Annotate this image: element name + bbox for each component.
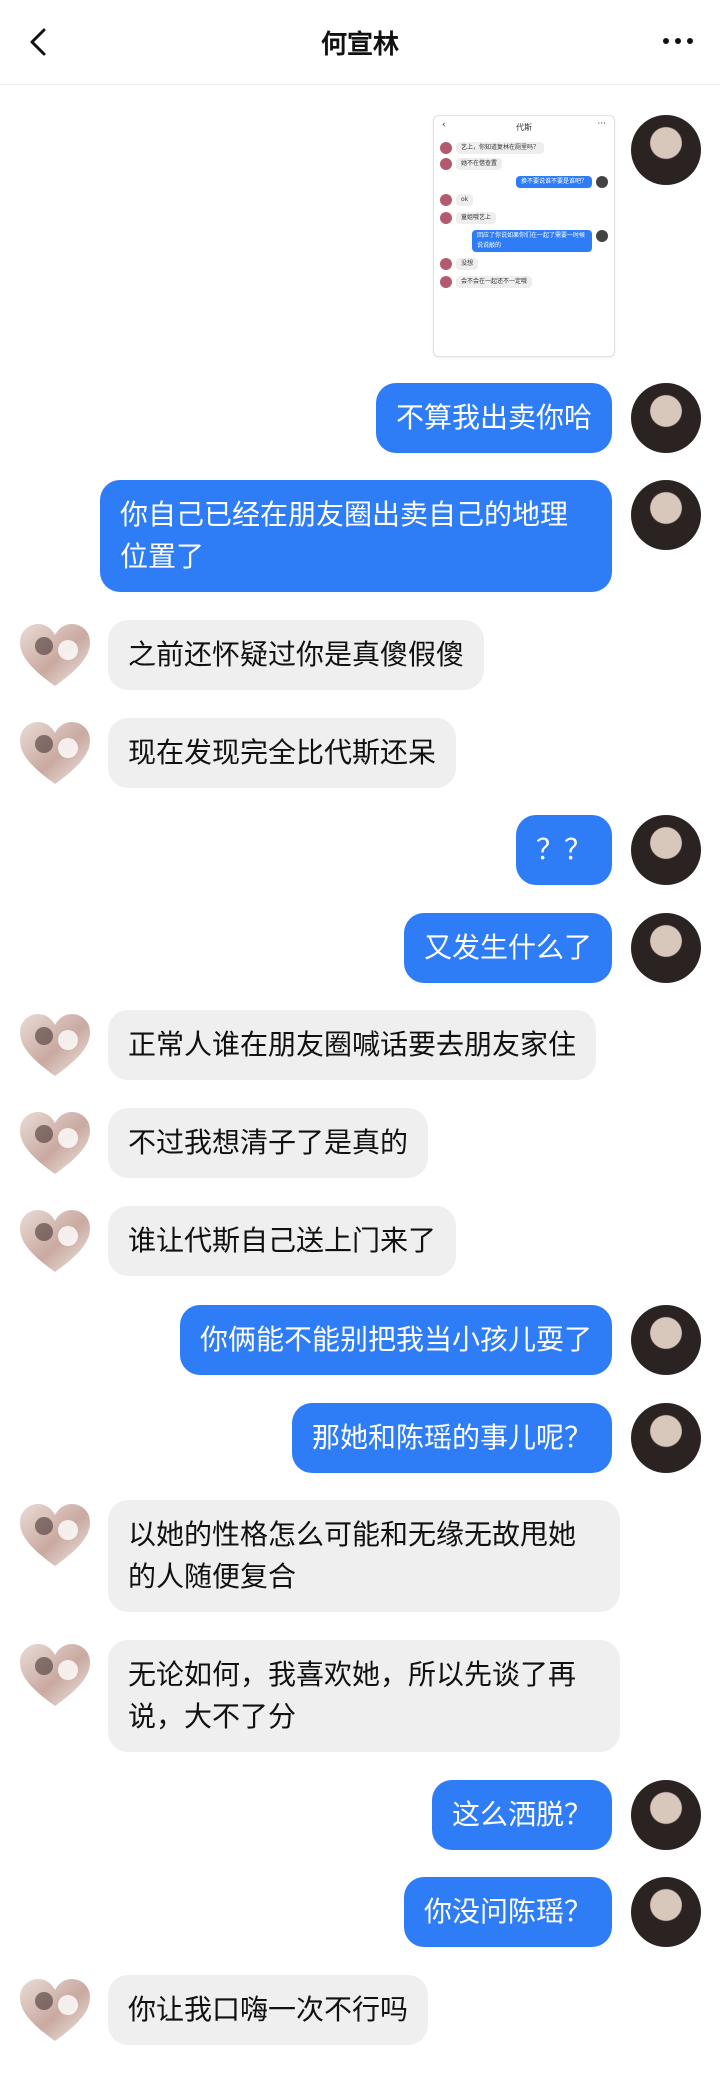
contact-avatar[interactable] [20, 722, 90, 786]
contact-avatar[interactable] [20, 1504, 90, 1568]
outgoing-message[interactable]: 不算我出卖你哈 [376, 383, 612, 453]
attachment-title: 代斯 [516, 123, 532, 132]
attachment-avatar [440, 194, 452, 206]
outgoing-message[interactable]: 这么洒脱？ [432, 1780, 612, 1850]
attachment-message-row: 她不在借查置 [434, 158, 614, 170]
image-attachment[interactable]: ‹ 代斯 ··· 艺上，你知道复林在厕里吗？ 她不在借查置 换不要说谁不要是谁吧？ o… [433, 115, 615, 357]
my-avatar[interactable] [631, 1780, 701, 1850]
attachment-avatar [440, 212, 452, 224]
attachment-avatar [440, 276, 452, 288]
attachment-avatar [596, 230, 608, 242]
my-avatar[interactable] [631, 383, 701, 453]
attachment-message: 会不会在一起还不一定哦 [456, 276, 533, 288]
my-avatar[interactable] [631, 815, 701, 885]
attachment-message-row: 回应了你说如果你们在一起了需要一时候说说敲的 [434, 230, 614, 252]
attachment-message-row: 没想 [434, 258, 614, 270]
my-avatar[interactable] [631, 1305, 701, 1375]
attachment-message: 她不在借查置 [456, 158, 503, 170]
attachment-message-row: 会不会在一起还不一定哦 [434, 276, 614, 288]
attachment-message-row: ok [434, 194, 614, 206]
more-icon[interactable] [658, 26, 698, 56]
incoming-message[interactable]: 之前还怀疑过你是真傻假傻 [108, 620, 484, 690]
incoming-message[interactable]: 不过我想清子了是真的 [108, 1108, 428, 1178]
contact-avatar[interactable] [20, 1644, 90, 1708]
my-avatar[interactable] [631, 1877, 701, 1947]
outgoing-message[interactable]: 你俩能不能别把我当小孩儿耍了 [180, 1305, 612, 1375]
contact-avatar[interactable] [20, 1210, 90, 1274]
attachment-message: 回应了你说如果你们在一起了需要一时候说说敲的 [472, 230, 592, 252]
attachment-message: 没想 [456, 258, 479, 270]
chat-title: 何宣林 [320, 30, 399, 60]
incoming-message[interactable]: 以她的性格怎么可能和无缘无故甩她的人随便复合 [108, 1500, 620, 1612]
outgoing-message[interactable]: 又发生什么了 [404, 913, 612, 983]
attachment-message: ok [456, 194, 474, 206]
contact-avatar[interactable] [20, 1112, 90, 1176]
attachment-message-row: 艺上，你知道复林在厕里吗？ [434, 142, 614, 154]
outgoing-message[interactable]: 你没问陈瑶？ [404, 1877, 612, 1947]
outgoing-message[interactable]: 你自己已经在朋友圈出卖自己的地理位置了 [100, 480, 612, 592]
incoming-message[interactable]: 谁让代斯自己送上门来了 [108, 1206, 456, 1276]
incoming-message[interactable]: 无论如何，我喜欢她，所以先谈了再说，大不了分 [108, 1640, 620, 1752]
attachment-avatar [440, 142, 452, 154]
incoming-message[interactable]: 你让我口嗨一次不行吗 [108, 1975, 428, 2045]
contact-avatar[interactable] [20, 1979, 90, 2043]
contact-avatar[interactable] [20, 624, 90, 688]
my-avatar[interactable] [631, 480, 701, 550]
outgoing-message[interactable]: 那她和陈瑶的事儿呢？ [292, 1403, 612, 1473]
attachment-message: 换不要说谁不要是谁吧？ [515, 176, 592, 188]
incoming-message[interactable]: 现在发现完全比代斯还呆 [108, 718, 456, 788]
attachment-message: 童姐哦艺上 [456, 212, 497, 224]
attachment-avatar [440, 158, 452, 170]
attachment-avatar [596, 176, 608, 188]
attachment-avatar [440, 258, 452, 270]
outgoing-message[interactable]: ？？ [516, 815, 612, 885]
my-avatar[interactable] [631, 1403, 701, 1473]
my-avatar[interactable] [631, 115, 701, 185]
contact-avatar[interactable] [20, 1014, 90, 1078]
attachment-message-row: 童姐哦艺上 [434, 212, 614, 224]
attachment-message: 艺上，你知道复林在厕里吗？ [456, 142, 545, 154]
incoming-message[interactable]: 正常人谁在朋友圈喊话要去朋友家住 [108, 1010, 596, 1080]
attachment-more-icon: ··· [597, 119, 606, 129]
attachment-message-row: 换不要说谁不要是谁吧？ [434, 176, 614, 188]
my-avatar[interactable] [631, 913, 701, 983]
chat-header: 何宣林 [0, 0, 720, 85]
